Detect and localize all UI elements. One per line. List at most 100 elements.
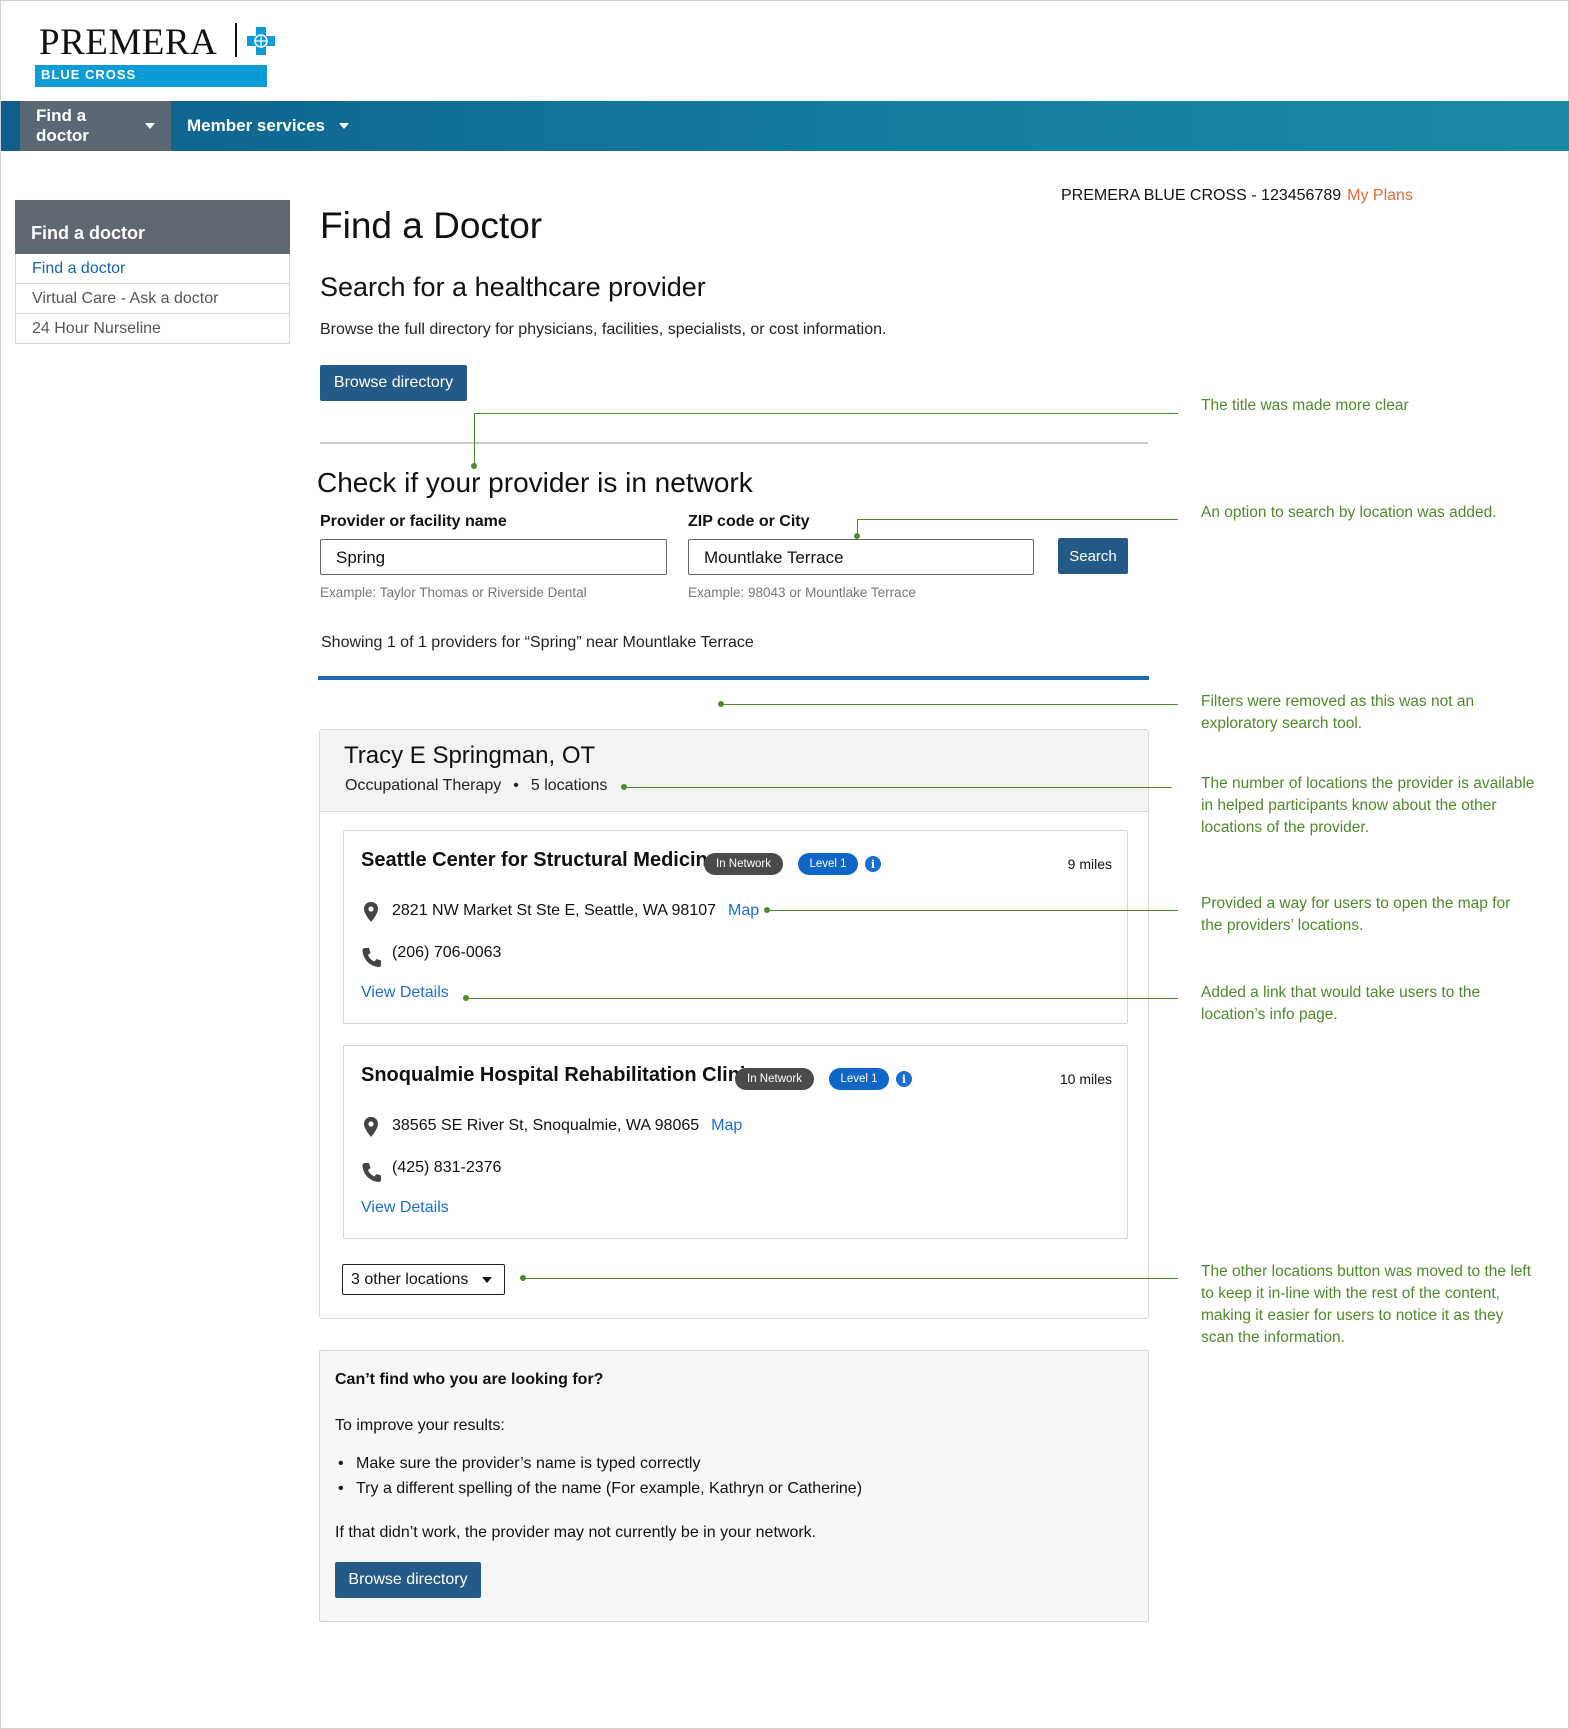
search-button[interactable]: Search: [1058, 538, 1128, 574]
help-outro: If that didn’t work, the provider may no…: [335, 1524, 817, 1541]
logo-wordmark: PREMERA: [39, 22, 218, 63]
search-heading: Search for a healthcare provider: [320, 272, 706, 302]
location-address: 2821 NW Market St Ste E, Seattle, WA 981…: [392, 902, 717, 919]
location-address-row: 38565 SE River St, Snoqualmie, WA 98065 M…: [392, 1117, 742, 1135]
other-locations-label: 3 other locations: [351, 1270, 469, 1288]
logo-band: BLUE CROSS: [35, 65, 267, 87]
location-name: Snoqualmie Hospital Rehabilitation Clini…: [361, 1064, 757, 1086]
sidebar: Find a doctor Find a doctor Virtual Care…: [15, 200, 290, 344]
browse-directory-button[interactable]: Browse directory: [335, 1562, 481, 1598]
annotation-note: Provided a way for users to open the map…: [1201, 895, 1511, 934]
annotation-dot: [764, 907, 770, 913]
help-tip: • Make sure the provider’s name is typed …: [338, 1455, 700, 1473]
provider-name[interactable]: Tracy E Springman, OT: [344, 742, 595, 770]
help-intro: To improve your results:: [335, 1417, 505, 1434]
annotation-note: The other locations button was moved to …: [1201, 1263, 1531, 1346]
annotation-dot: [621, 784, 627, 790]
location-phone[interactable]: (425) 831-2376: [392, 1159, 501, 1177]
page-frame: PREMERA BLUE CROSS Find a doctor Member …: [0, 0, 1569, 1729]
nav-item-label: Member services: [187, 116, 325, 135]
annotation-line: [523, 1278, 1178, 1279]
annotation-note: An option to search by location was adde…: [1201, 504, 1497, 521]
meta-separator: •: [513, 777, 519, 794]
sidebar-item-virtual-care[interactable]: Virtual Care - Ask a doctor: [15, 284, 290, 314]
map-link[interactable]: Map: [711, 1117, 742, 1134]
annotation-line: [474, 413, 1178, 414]
provider-meta: Occupational Therapy • 5 locations: [345, 777, 607, 795]
level-badge: Level 1: [829, 1068, 889, 1090]
map-link[interactable]: Map: [728, 902, 759, 919]
location-card: Snoqualmie Hospital Rehabilitation Clini…: [343, 1045, 1128, 1239]
other-locations-dropdown[interactable]: 3 other locations: [342, 1264, 505, 1295]
sidebar-item-find-a-doctor[interactable]: Find a doctor: [15, 254, 290, 284]
annotation-dot: [520, 1275, 526, 1281]
nav-find-a-doctor[interactable]: Find a doctor: [20, 101, 171, 151]
help-panel: Can’t find who you are looking for? To i…: [319, 1350, 1149, 1622]
help-tip: • Try a different spelling of the name (F…: [338, 1480, 862, 1498]
provider-name-input[interactable]: Spring: [320, 539, 667, 575]
nav-item-label: Find a doctor: [36, 106, 89, 145]
caret-down-icon: [145, 123, 155, 129]
plan-id: PREMERA BLUE CROSS - 123456789: [1061, 187, 1342, 204]
sidebar-heading: Find a doctor: [15, 200, 290, 254]
annotation-note: Filters were removed as this was not an …: [1201, 693, 1475, 732]
browse-directory-button[interactable]: Browse directory: [320, 365, 467, 401]
annotation-note: The number of locations the provider is …: [1201, 775, 1535, 836]
view-details-link[interactable]: View Details: [361, 984, 449, 1002]
location-address-row: 2821 NW Market St Ste E, Seattle, WA 981…: [392, 902, 759, 920]
help-tip-text: Try a different spelling of the name (Fo…: [356, 1480, 863, 1497]
provider-card: Tracy E Springman, OT Occupational Thera…: [319, 729, 1149, 1319]
in-network-badge: In Network: [735, 1068, 814, 1090]
my-plans-link[interactable]: My Plans: [1347, 187, 1413, 204]
view-details-link[interactable]: View Details: [361, 1199, 449, 1217]
provider-location-count: 5 locations: [530, 777, 608, 794]
location-hint: Example: 98043 or Mountlake Terrace: [688, 585, 916, 600]
location-pin-icon: [364, 902, 378, 922]
location-distance: 10 miles: [1059, 1071, 1112, 1087]
location-label: ZIP code or City: [688, 513, 810, 530]
annotation-line: [767, 910, 1178, 911]
location-input[interactable]: Mountlake Terrace: [688, 539, 1034, 575]
annotation-dot: [718, 701, 724, 707]
bullet: •: [338, 1480, 344, 1497]
sidebar-item-nurseline[interactable]: 24 Hour Nurseline: [15, 314, 290, 344]
info-icon[interactable]: i: [865, 856, 881, 872]
caret-down-icon: [338, 123, 349, 129]
search-description: Browse the full directory for physicians…: [320, 321, 887, 338]
info-icon[interactable]: i: [896, 1071, 912, 1087]
annotation-dot: [463, 995, 469, 1001]
provider-card-header: Tracy E Springman, OT Occupational Thera…: [320, 730, 1148, 812]
annotation-line: [474, 413, 475, 466]
provider-name-hint: Example: Taylor Thomas or Riverside Dent…: [320, 585, 587, 600]
location-phone[interactable]: (206) 706-0063: [392, 944, 501, 962]
location-name: Seattle Center for Structural Medicine: [361, 849, 719, 871]
section-divider: [320, 442, 1148, 444]
level-badge: Level 1: [798, 853, 858, 875]
location-address: 38565 SE River St, Snoqualmie, WA 98065: [392, 1117, 700, 1134]
annotation-line: [857, 519, 1178, 520]
main-nav: Find a doctor Member services: [1, 101, 1569, 151]
premera-logo[interactable]: PREMERA BLUE CROSS: [35, 21, 275, 87]
annotation-dot: [854, 533, 860, 539]
annotation-dot: [471, 463, 477, 469]
network-check-title: Check if your provider is in network: [317, 467, 753, 498]
plan-info: PREMERA BLUE CROSS - 123456789 My Plans: [1061, 187, 1413, 205]
location-card: Seattle Center for Structural Medicine I…: [343, 830, 1128, 1024]
phone-icon: [362, 1163, 381, 1182]
page-title: Find a Doctor: [320, 205, 543, 246]
help-title: Can’t find who you are looking for?: [335, 1371, 604, 1388]
nav-member-services[interactable]: Member services: [171, 101, 365, 151]
caret-down-icon: [482, 1276, 493, 1283]
annotation-line: [624, 787, 1172, 788]
annotation-line: [721, 704, 1178, 705]
provider-name-label: Provider or facility name: [320, 513, 507, 530]
help-tip-text: Make sure the provider’s name is typed c…: [356, 1455, 701, 1472]
logo-divider: [235, 23, 237, 57]
annotation-note: Added a link that would take users to th…: [1201, 984, 1481, 1023]
annotation-note: The title was made more clear: [1201, 397, 1409, 414]
location-distance: 9 miles: [1067, 856, 1112, 872]
logo-subtitle: BLUE CROSS: [41, 67, 137, 82]
in-network-badge: In Network: [704, 853, 783, 875]
bullet: •: [338, 1455, 344, 1472]
phone-icon: [362, 948, 381, 967]
